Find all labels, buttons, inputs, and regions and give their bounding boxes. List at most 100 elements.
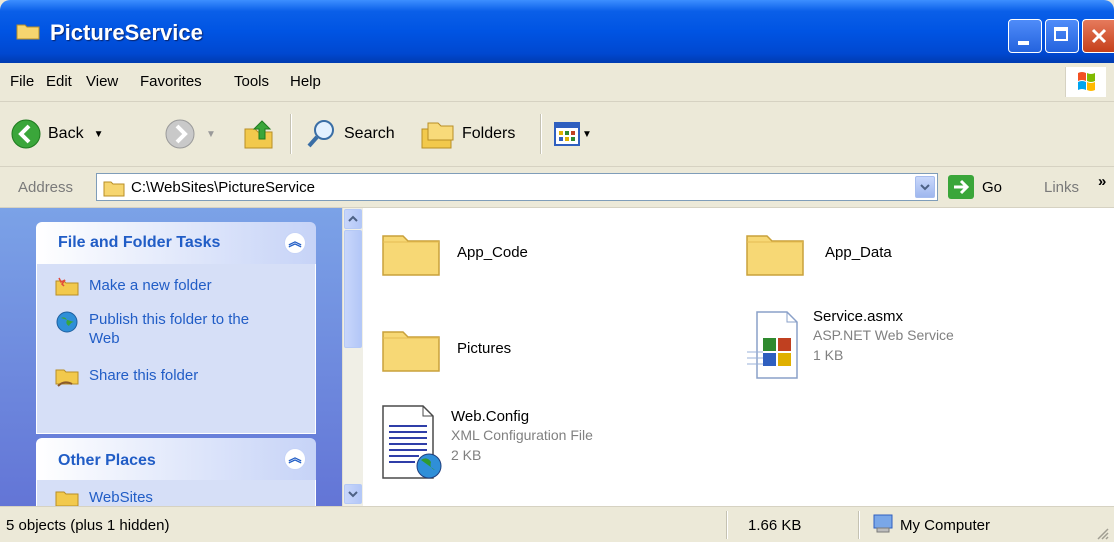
file-item-service-asmx[interactable]: Service.asmx ASP.NET Web Service 1 KB — [743, 308, 954, 384]
task-label: Share this folder — [89, 367, 199, 384]
file-item-web-config[interactable]: Web.Config XML Configuration File 2 KB — [377, 400, 593, 484]
back-button[interactable]: Back ▼ — [10, 114, 103, 154]
file-list: App_Code App_Data Pictures Service.asmx … — [363, 208, 1114, 506]
toolbar-separator — [290, 114, 292, 154]
panel-header[interactable]: Other Places ︽ — [36, 438, 316, 480]
forward-button[interactable]: ▼ — [164, 114, 216, 154]
new-folder-icon — [55, 277, 79, 296]
file-details: Service.asmx ASP.NET Web Service 1 KB — [813, 308, 954, 365]
toolbar-separator — [540, 114, 542, 154]
menu-bar: File Edit View Favorites Tools Help — [0, 63, 1114, 102]
file-item-pictures[interactable]: Pictures — [379, 318, 511, 378]
file-details: Web.Config XML Configuration File 2 KB — [451, 408, 593, 465]
go-arrow-icon — [948, 175, 974, 199]
folder-icon — [746, 235, 804, 276]
vertical-scrollbar[interactable] — [342, 208, 363, 506]
links-label[interactable]: Links — [1044, 179, 1079, 196]
go-button[interactable]: Go — [948, 175, 1002, 199]
address-input[interactable]: C:\WebSites\PictureService — [96, 173, 938, 201]
task-make-new-folder[interactable]: Make a new folder — [55, 276, 212, 296]
status-bar: 5 objects (plus 1 hidden) 1.66 KB My Com… — [0, 506, 1114, 542]
views-button[interactable]: ▼ — [554, 114, 592, 154]
scroll-up-button[interactable] — [344, 209, 362, 229]
file-name: Service.asmx — [813, 308, 904, 325]
file-type: XML Configuration File — [451, 427, 593, 443]
config-file-icon — [382, 405, 442, 479]
explorer-window: PictureService File Edit View Favorites … — [0, 0, 1114, 542]
folder-icon — [103, 181, 125, 197]
address-dropdown-button[interactable] — [915, 176, 935, 198]
views-icon — [554, 122, 580, 146]
windows-flag-icon — [1078, 72, 1095, 91]
resize-grip-icon[interactable] — [1096, 527, 1110, 541]
panel-header[interactable]: File and Folder Tasks ︽ — [36, 222, 316, 264]
collapse-icon[interactable]: ︽ — [284, 448, 306, 470]
status-object-count: 5 objects (plus 1 hidden) — [6, 517, 170, 534]
close-button[interactable] — [1082, 19, 1114, 53]
place-websites[interactable]: WebSites — [55, 488, 153, 506]
other-places-panel: Other Places ︽ WebSites — [36, 438, 316, 506]
globe-icon — [56, 311, 78, 333]
window-title: PictureService — [50, 20, 203, 45]
chevron-up-icon — [348, 215, 358, 222]
minimize-button[interactable] — [1008, 19, 1042, 53]
collapse-icon[interactable]: ︽ — [284, 232, 306, 254]
file-name: App_Data — [825, 243, 892, 261]
task-share-folder[interactable]: Share this folder — [55, 366, 198, 388]
folder-up-icon — [244, 120, 273, 149]
close-icon — [1091, 28, 1107, 44]
folder-icon — [382, 331, 440, 372]
menu-edit[interactable]: Edit — [46, 73, 72, 90]
file-item-app-data[interactable]: App_Data — [743, 222, 892, 282]
folder-icon — [55, 491, 79, 506]
folders-label: Folders — [462, 125, 516, 142]
panel-title: Other Places — [58, 452, 156, 469]
address-path: C:\WebSites\PictureService — [131, 179, 315, 196]
task-label: Make a new folder — [89, 277, 212, 294]
menu-file[interactable]: File — [10, 73, 34, 90]
toolbar: Back ▼ ▼ Search Folders ▼ — [0, 102, 1114, 167]
search-label: Search — [344, 125, 395, 142]
status-divider — [858, 511, 860, 539]
maximize-button[interactable] — [1045, 19, 1079, 53]
chevron-down-icon — [920, 184, 930, 191]
place-label: WebSites — [89, 489, 153, 506]
maximize-icon — [1054, 27, 1068, 41]
file-size: 1 KB — [813, 347, 844, 363]
forward-arrow-icon — [165, 119, 195, 149]
file-name: Web.Config — [451, 408, 530, 425]
views-dropdown-icon[interactable]: ▼ — [582, 129, 592, 140]
chevron-right-icon[interactable]: » — [1098, 173, 1106, 190]
windows-logo — [1065, 67, 1106, 97]
back-dropdown-icon[interactable]: ▼ — [94, 129, 104, 140]
title-bar[interactable]: PictureService — [0, 0, 1114, 63]
file-item-app-code[interactable]: App_Code — [379, 222, 528, 282]
file-type: ASP.NET Web Service — [813, 327, 954, 343]
file-size: 2 KB — [451, 447, 482, 463]
task-publish-folder[interactable]: Publish this folder to the Web — [55, 310, 264, 348]
menu-favorites[interactable]: Favorites — [140, 73, 202, 90]
folders-button[interactable]: Folders — [420, 114, 515, 154]
file-folder-tasks-panel: File and Folder Tasks ︽ Make a new folde… — [36, 222, 316, 434]
web-service-file-icon — [747, 311, 798, 379]
menu-tools[interactable]: Tools — [234, 73, 269, 90]
chevron-down-icon — [348, 491, 358, 498]
back-arrow-icon — [11, 119, 41, 149]
go-label: Go — [982, 178, 1003, 196]
folder-icon — [382, 235, 440, 276]
status-location: My Computer — [900, 517, 991, 534]
address-bar: Address C:\WebSites\PictureService Go Li… — [0, 167, 1114, 208]
panel-body: WebSites — [36, 480, 316, 506]
scroll-thumb[interactable] — [344, 230, 362, 348]
up-button[interactable] — [242, 114, 276, 154]
folders-icon — [421, 122, 454, 149]
status-divider — [726, 511, 728, 539]
menu-help[interactable]: Help — [290, 73, 321, 90]
forward-dropdown-icon[interactable]: ▼ — [206, 129, 216, 140]
search-button[interactable]: Search — [304, 114, 395, 154]
scroll-down-button[interactable] — [344, 484, 362, 504]
minimize-icon — [1018, 41, 1029, 45]
panel-title: File and Folder Tasks — [58, 234, 221, 251]
menu-view[interactable]: View — [86, 73, 118, 90]
my-computer-icon — [873, 514, 893, 533]
